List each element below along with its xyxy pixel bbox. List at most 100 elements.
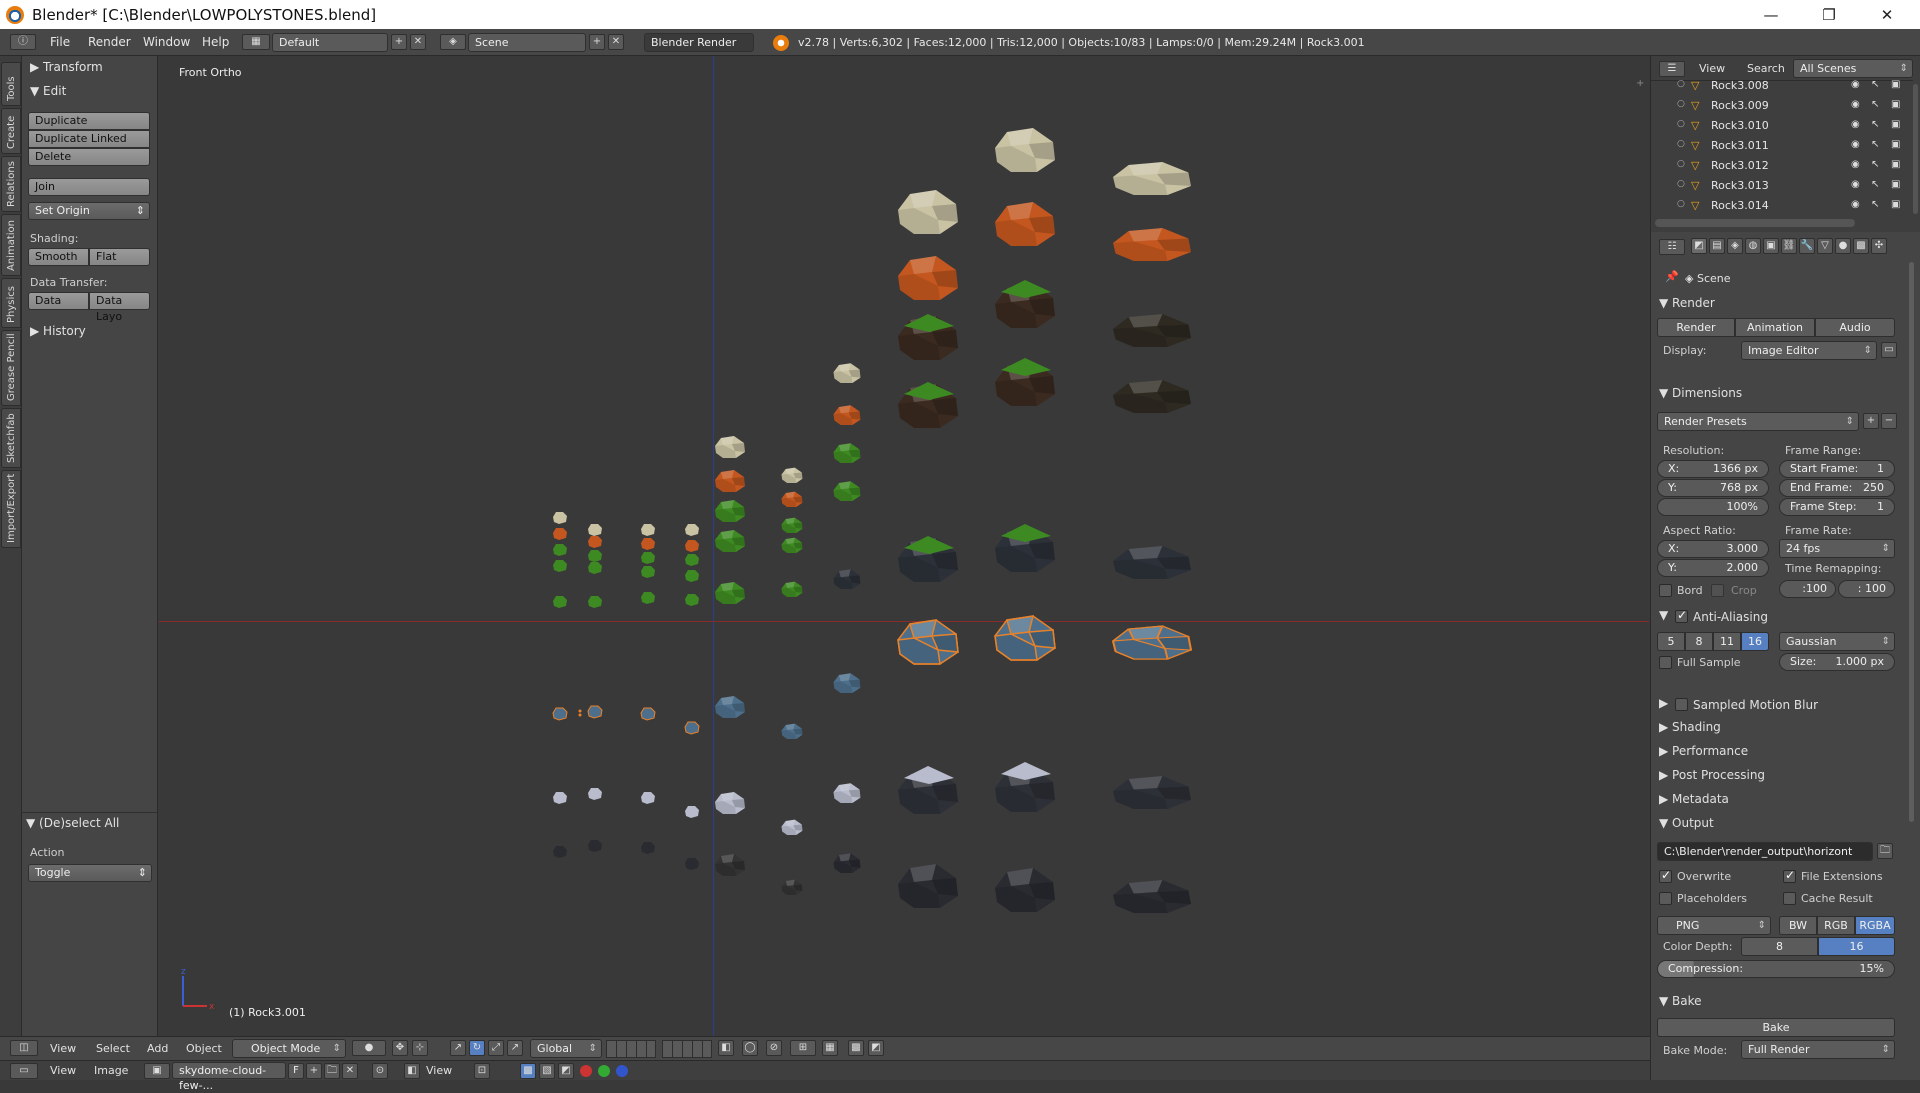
visibility-eye-icon[interactable]: ◉ xyxy=(1851,159,1860,170)
render-presets-select[interactable]: Render Presets xyxy=(1657,412,1859,431)
lock-layers-icon[interactable]: ◧ xyxy=(718,1040,734,1056)
filter-size-field[interactable]: Size: 1.000 px xyxy=(1779,653,1895,671)
info-editor-type-icon[interactable]: ⓘ xyxy=(10,34,36,50)
browse-image-icon[interactable]: ▣ xyxy=(144,1063,170,1079)
select-arrow-icon[interactable]: ↖ xyxy=(1871,119,1879,130)
scene-icon[interactable]: ◈ xyxy=(440,34,466,50)
tab-grease-pencil[interactable]: Grease Pencil xyxy=(1,330,21,406)
3d-viewport[interactable]: Front Ortho + z x (1) Rock3.001 xyxy=(159,56,1649,1036)
outliner-row[interactable]: ○ ▽ Rock3.008 ◉ ↖ ▣ xyxy=(1651,76,1913,96)
bake-button[interactable]: Bake xyxy=(1657,1018,1895,1037)
interaction-mode-select[interactable]: Object Mode xyxy=(232,1039,346,1058)
aspect-x-field[interactable]: X: 3.000 xyxy=(1657,540,1769,558)
select-arrow-icon[interactable]: ↖ xyxy=(1871,159,1879,170)
sampled-motion-blur-panel-header[interactable]: ▶ xyxy=(1659,696,1668,710)
overwrite-checkbox[interactable] xyxy=(1659,868,1672,883)
data-layout-button[interactable]: Data Layo xyxy=(89,292,150,323)
menu-render[interactable]: Render xyxy=(88,29,131,56)
animation-button[interactable]: Animation xyxy=(1735,318,1815,337)
visibility-eye-icon[interactable]: ◉ xyxy=(1851,179,1860,190)
remove-preset-icon[interactable]: − xyxy=(1881,413,1897,429)
full-sample-checkbox[interactable] xyxy=(1659,656,1672,669)
anti-aliasing-checkbox[interactable] xyxy=(1675,608,1688,623)
menu-view[interactable]: View xyxy=(50,1042,76,1055)
bake-panel-header[interactable]: ▼ Bake xyxy=(1659,994,1702,1008)
frame-step-field[interactable]: Frame Step: 1 xyxy=(1779,498,1895,516)
select-arrow-icon[interactable]: ↖ xyxy=(1871,79,1879,90)
outliner-editor-type-icon[interactable]: ☰ xyxy=(1659,61,1685,77)
render-camera-icon[interactable]: ▣ xyxy=(1891,99,1900,110)
select-arrow-icon[interactable]: ↖ xyxy=(1871,179,1879,190)
layers-grid-2[interactable] xyxy=(662,1040,712,1058)
color-rgba-toggle[interactable]: RGBA xyxy=(1855,916,1895,935)
display-window-icon[interactable]: ▭ xyxy=(1881,342,1897,358)
folder-browse-icon[interactable]: 🗀 xyxy=(1877,843,1893,859)
panel-history-header[interactable]: ▶ History xyxy=(30,324,86,338)
texture-tab-icon[interactable]: ▩ xyxy=(1853,238,1869,254)
aa-filter-select[interactable]: Gaussian xyxy=(1779,632,1895,651)
tab-import-export[interactable]: Import/Export xyxy=(1,470,21,548)
compression-slider[interactable]: Compression: 15% xyxy=(1657,960,1895,978)
open-image-icon[interactable]: 🗀 xyxy=(324,1063,340,1079)
constraints-tab-icon[interactable]: ⛓ xyxy=(1781,238,1797,254)
menu-file[interactable]: File xyxy=(50,29,70,56)
add-preset-icon[interactable]: + xyxy=(1863,413,1879,429)
opengl-render-icon[interactable]: ▦ xyxy=(822,1040,838,1056)
time-remap-old-field[interactable]: :100 xyxy=(1779,580,1836,598)
resolution-y-field[interactable]: Y: 768 px xyxy=(1657,479,1769,497)
cache-result-checkbox[interactable] xyxy=(1783,892,1796,905)
maximize-button[interactable]: ❐ xyxy=(1800,0,1858,29)
file-format-select[interactable]: PNG xyxy=(1657,916,1771,935)
scene-field[interactable]: Scene xyxy=(468,33,586,52)
start-frame-field[interactable]: Start Frame: 1 xyxy=(1779,460,1895,478)
outliner-row[interactable]: ○ ▽ Rock3.014 ◉ ↖ ▣ xyxy=(1651,196,1913,216)
pin-image-icon[interactable]: ⊙ xyxy=(372,1063,388,1079)
green-channel-icon[interactable] xyxy=(598,1065,610,1077)
menu-add[interactable]: Add xyxy=(147,1042,168,1055)
color-depth-8[interactable]: 8 xyxy=(1741,937,1818,956)
material-tab-icon[interactable]: ● xyxy=(1835,238,1851,254)
frame-rate-select[interactable]: 24 fps xyxy=(1779,539,1895,558)
performance-panel-header[interactable]: ▶ Performance xyxy=(1659,744,1748,758)
metadata-panel-header[interactable]: ▶ Metadata xyxy=(1659,792,1729,806)
dimensions-panel-header[interactable]: ▼ Dimensions xyxy=(1659,386,1742,400)
properties-scrollbar[interactable] xyxy=(1909,262,1914,822)
menu-help[interactable]: Help xyxy=(202,29,229,56)
panel-edit-header[interactable]: ▼ Edit xyxy=(30,84,66,98)
color-depth-16[interactable]: 16 xyxy=(1818,937,1895,956)
minimize-button[interactable]: — xyxy=(1742,0,1800,29)
image-editor-type-icon[interactable]: ▭ xyxy=(10,1063,38,1079)
add-scene-icon[interactable]: + xyxy=(589,34,605,50)
scale-manipulator-icon[interactable]: ⤢ xyxy=(488,1040,504,1056)
action-select[interactable]: Toggle ⇕ xyxy=(28,864,152,882)
render-camera-icon[interactable]: ▣ xyxy=(1891,179,1900,190)
display-select[interactable]: Image Editor xyxy=(1741,341,1877,360)
bake-mode-select[interactable]: Full Render xyxy=(1741,1040,1895,1059)
menu-object[interactable]: Object xyxy=(186,1042,222,1055)
aa-samples-5[interactable]: 5 xyxy=(1657,632,1685,651)
visibility-eye-icon[interactable]: ◉ xyxy=(1851,79,1860,90)
visibility-eye-icon[interactable]: ◉ xyxy=(1851,99,1860,110)
display-channels-icon[interactable]: ▩ xyxy=(520,1063,536,1079)
scene-tab-icon[interactable]: ◈ xyxy=(1727,238,1743,254)
render-tab-icon[interactable]: ◩ xyxy=(1691,238,1707,254)
fake-user-toggle[interactable]: F xyxy=(288,1063,304,1079)
outliner-horizontal-scrollbar[interactable] xyxy=(1655,219,1855,227)
render-camera-icon[interactable]: ▣ xyxy=(1891,199,1900,210)
image-name-field[interactable]: skydome-cloud-few-... xyxy=(172,1062,286,1092)
render-button[interactable]: Render xyxy=(1657,318,1735,337)
select-arrow-icon[interactable]: ↖ xyxy=(1871,199,1879,210)
tab-physics[interactable]: Physics xyxy=(1,278,21,328)
particles-tab-icon[interactable]: ✣ xyxy=(1871,238,1887,254)
tab-tools[interactable]: Tools xyxy=(1,62,21,106)
outliner-vertical-scrollbar[interactable] xyxy=(1913,84,1918,214)
delete-button[interactable]: Delete xyxy=(28,148,150,166)
resolution-percentage-field[interactable]: 100% xyxy=(1657,498,1769,516)
aspect-y-field[interactable]: Y: 2.000 xyxy=(1657,559,1769,577)
crop-checkbox[interactable] xyxy=(1711,584,1724,597)
time-remap-new-field[interactable]: : 100 xyxy=(1838,580,1895,598)
duplicate-linked-button[interactable]: Duplicate Linked xyxy=(28,130,150,148)
image-menu-view[interactable]: View xyxy=(50,1064,76,1077)
3d-view-editor-type-icon[interactable]: ◫ xyxy=(10,1040,38,1056)
outliner-row[interactable]: ○ ▽ Rock3.013 ◉ ↖ ▣ xyxy=(1651,176,1913,196)
